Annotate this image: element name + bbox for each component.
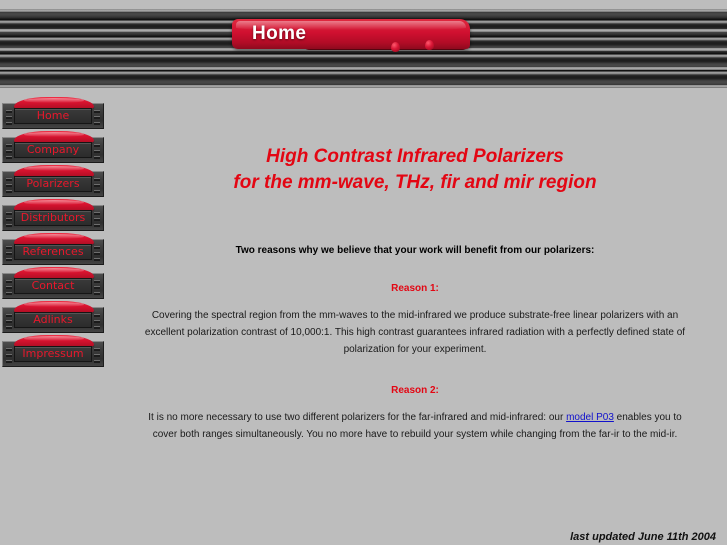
- header-stripe: [0, 67, 727, 70]
- sidebar-item-references[interactable]: References: [2, 233, 104, 265]
- sidebar-item-label: Adlinks: [33, 313, 73, 326]
- intro-text: Two reasons why we believe that your wor…: [235, 245, 595, 256]
- sidebar-navigation: Home Company Polarizers Distributors Ref…: [2, 97, 104, 375]
- sidebar-item-label: References: [22, 245, 84, 258]
- header-stripe: [0, 85, 727, 88]
- sidebar-item-adlinks[interactable]: Adlinks: [2, 301, 104, 333]
- sidebar-item-label: Impressum: [22, 347, 84, 360]
- main-heading-line1: High Contrast Infrared Polarizers: [266, 146, 564, 167]
- sidebar-item-label: Distributors: [20, 211, 86, 224]
- header-plaque: Home: [232, 19, 470, 49]
- blood-drop-icon: [391, 42, 400, 52]
- sidebar-item-company[interactable]: Company: [2, 131, 104, 163]
- blood-drop-icon: [425, 40, 434, 50]
- reason-1-heading: Reason 1:: [391, 283, 439, 294]
- sidebar-item-distributors[interactable]: Distributors: [2, 199, 104, 231]
- sidebar-item-label: Polarizers: [26, 177, 80, 190]
- reason-2-heading: Reason 2:: [391, 385, 439, 396]
- reason-2-text-before: It is no more necessary to use two diffe…: [148, 412, 567, 423]
- sidebar-item-label: Home: [36, 109, 70, 122]
- reason-1-body: Covering the spectral region from the mm…: [144, 310, 686, 355]
- main-heading-line2: for the mm-wave, THz, fir and mir region: [233, 172, 597, 193]
- sidebar-item-label: Company: [26, 143, 80, 156]
- sidebar-item-contact[interactable]: Contact: [2, 267, 104, 299]
- reason-2-body: It is no more necessary to use two diffe…: [143, 409, 688, 443]
- sidebar-item-impressum[interactable]: Impressum: [2, 335, 104, 367]
- sidebar-item-label: Contact: [31, 279, 75, 292]
- sidebar-item-polarizers[interactable]: Polarizers: [2, 165, 104, 197]
- header-banner: Home: [0, 9, 727, 88]
- header-stripe: [0, 9, 727, 12]
- model-p03-link[interactable]: model P03: [566, 412, 614, 423]
- main-content: High Contrast Infrared Polarizers for th…: [110, 100, 720, 443]
- main-heading: High Contrast Infrared Polarizers for th…: [110, 144, 720, 196]
- page-title: Home: [252, 23, 307, 44]
- sidebar-item-home[interactable]: Home: [2, 97, 104, 129]
- last-updated-text: last updated June 11th 2004: [570, 531, 716, 543]
- footer: last updated June 11th 2004: [110, 525, 720, 543]
